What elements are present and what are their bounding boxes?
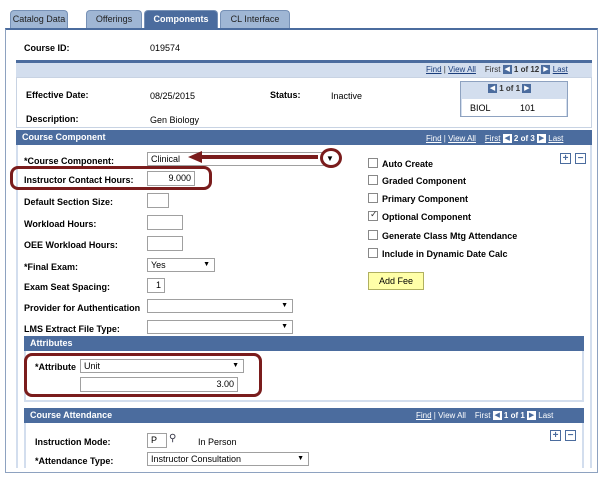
provider-label: Provider for Authentication <box>24 303 141 313</box>
description-value: Gen Biology <box>150 115 200 125</box>
row-count: 1 of 12 <box>513 65 540 74</box>
final-exam-chevron-icon: ▼ <box>203 261 210 268</box>
subject-count: 1 of 1 <box>499 84 521 93</box>
provider-chevron-icon: ▼ <box>281 302 288 309</box>
attendance-first[interactable]: First <box>475 411 491 420</box>
prev-arrow-icon[interactable]: ◀ <box>502 65 512 75</box>
lms-chevron-icon: ▼ <box>281 323 288 330</box>
attendance-last[interactable]: Last <box>538 411 553 420</box>
find-link[interactable]: Find <box>426 65 442 74</box>
component-find-link[interactable]: Find <box>426 134 442 143</box>
tab-components[interactable]: Components <box>144 10 218 29</box>
attendance-find-link[interactable]: Find <box>416 411 432 420</box>
auto-create-label: Auto Create <box>382 159 434 169</box>
attributes-header: Attributes <box>24 336 584 351</box>
search-icon[interactable]: ⚲ <box>169 433 176 444</box>
dynamic-date-label: Include in Dynamic Date Calc <box>382 249 508 259</box>
effective-date-label: Effective Date: <box>26 90 89 100</box>
mode-label: Instruction Mode: <box>35 437 111 447</box>
oee-workload-label: OEE Workload Hours: <box>24 240 118 250</box>
course-id-label: Course ID: <box>24 43 70 53</box>
workload-label: Workload Hours: <box>24 219 97 229</box>
component-first-link[interactable]: First <box>485 134 501 143</box>
add-row-icon[interactable]: + <box>560 153 571 164</box>
attendance-type-chevron-icon: ▼ <box>297 455 304 462</box>
next-arrow-icon[interactable]: ▶ <box>541 65 551 75</box>
view-all-link[interactable]: View All <box>448 65 476 74</box>
attendance-count: 1 of 1 <box>503 411 525 420</box>
component-last-link[interactable]: Last <box>548 134 563 143</box>
provider-select[interactable]: ▼ <box>147 299 293 313</box>
attendance-view-all[interactable]: View All <box>438 411 466 420</box>
class-mtg-checkbox[interactable] <box>368 230 378 240</box>
tab-cl-interface[interactable]: CL Interface <box>220 10 290 29</box>
last-link[interactable]: Last <box>553 65 568 74</box>
subject-value: BIOL <box>470 103 491 113</box>
lms-select[interactable]: ▼ <box>147 320 293 334</box>
description-label: Description: <box>26 114 79 124</box>
contact-hours-callout <box>10 166 212 190</box>
component-prev-icon[interactable]: ◀ <box>502 134 512 144</box>
lms-label: LMS Extract File Type: <box>24 324 120 334</box>
seat-spacing-input[interactable]: 1 <box>147 278 165 293</box>
mode-description: In Person <box>198 437 237 447</box>
attendance-prev-icon[interactable]: ◀ <box>492 411 502 421</box>
attendance-type-select[interactable]: Instructor Consultation ▼ <box>147 452 309 466</box>
attendance-delete-icon[interactable]: − <box>565 430 576 441</box>
subject-next-icon[interactable]: ▶ <box>522 84 532 94</box>
status-value: Inactive <box>331 91 363 101</box>
class-mtg-label: Generate Class Mtg Attendance <box>382 231 518 241</box>
attendance-type-label: *Attendance Type: <box>35 456 114 466</box>
optional-checkbox[interactable] <box>368 209 378 221</box>
oee-workload-input[interactable] <box>147 236 183 251</box>
default-section-input[interactable] <box>147 193 169 208</box>
arrow-callout-icon <box>188 151 318 163</box>
graded-label: Graded Component <box>382 176 467 186</box>
final-exam-select[interactable]: Yes ▼ <box>147 258 215 272</box>
workload-input[interactable] <box>147 215 183 230</box>
catalog-value: 101 <box>520 103 536 113</box>
final-exam-label: *Final Exam: <box>24 262 79 272</box>
first-label[interactable]: First <box>485 65 501 74</box>
optional-label: Optional Component <box>382 212 471 222</box>
subject-prev-icon[interactable]: ◀ <box>488 84 497 94</box>
effective-section-bar <box>16 60 592 63</box>
graded-checkbox[interactable] <box>368 175 378 185</box>
delete-row-icon[interactable]: − <box>575 153 586 164</box>
mode-input[interactable]: P <box>147 433 167 448</box>
auto-create-checkbox[interactable] <box>368 158 378 168</box>
chevron-down-icon[interactable]: ▼ <box>326 154 334 163</box>
add-fee-button[interactable]: Add Fee <box>368 272 424 290</box>
attribute-callout <box>24 353 262 397</box>
component-next-icon[interactable]: ▶ <box>537 134 547 144</box>
course-id-value: 019574 <box>150 43 181 53</box>
attendance-add-icon[interactable]: + <box>550 430 561 441</box>
tab-offerings[interactable]: Offerings <box>86 10 142 29</box>
status-label: Status: <box>270 90 301 100</box>
course-component-label: *Course Component: <box>24 156 114 166</box>
default-section-label: Default Section Size: <box>24 197 114 207</box>
effective-date-value: 08/25/2015 <box>150 91 196 101</box>
tab-catalog-data[interactable]: Catalog Data <box>10 10 68 29</box>
attendance-next-icon[interactable]: ▶ <box>527 411 537 421</box>
component-count: 2 of 3 <box>513 134 535 143</box>
primary-checkbox[interactable] <box>368 193 378 203</box>
primary-label: Primary Component <box>382 194 469 204</box>
component-view-all-link[interactable]: View All <box>448 134 476 143</box>
dynamic-date-checkbox[interactable] <box>368 248 378 258</box>
seat-spacing-label: Exam Seat Spacing: <box>24 282 111 292</box>
subject-nav: ◀ 1 of 1 ▶ <box>488 84 532 98</box>
